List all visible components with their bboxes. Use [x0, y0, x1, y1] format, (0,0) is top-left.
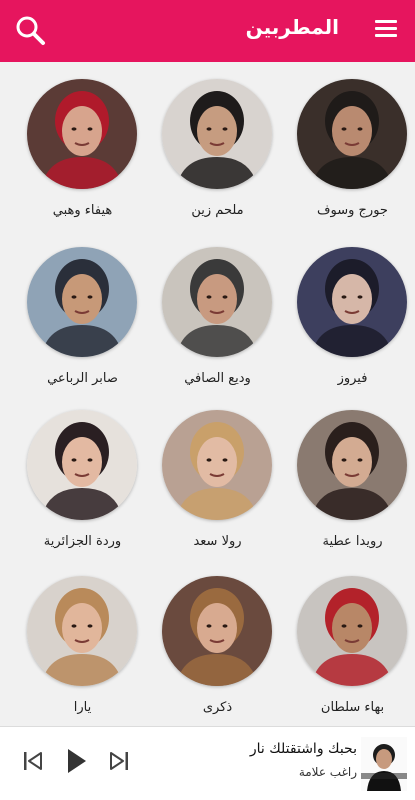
artist-avatar: [27, 576, 137, 686]
song-artist: راغب علامة: [298, 765, 357, 779]
artist-avatar: [162, 576, 272, 686]
skip-next-icon[interactable]: [108, 750, 130, 772]
artist-name: رويدا عطية: [322, 534, 383, 549]
artist-card[interactable]: ملحم زين: [150, 79, 285, 219]
artist-card[interactable]: بهاء سلطان: [285, 576, 415, 716]
artist-avatar: [162, 79, 272, 189]
artist-card[interactable]: وردة الجزائرية: [15, 410, 150, 550]
artist-name: صابر الرباعي: [47, 371, 118, 386]
artist-card[interactable]: هيفاء وهبي: [15, 79, 150, 219]
artist-card[interactable]: جورج وسوف: [285, 79, 415, 219]
artist-name: وديع الصافي: [184, 371, 251, 386]
artist-avatar: [297, 410, 407, 520]
artist-avatar: [297, 247, 407, 357]
skip-previous-icon[interactable]: [22, 750, 44, 772]
artist-avatar: [27, 410, 137, 520]
mini-player: بحبك واشتقتلك نار راغب علامة: [0, 726, 415, 800]
artist-avatar: [297, 576, 407, 686]
artist-card[interactable]: رويدا عطية: [285, 410, 415, 550]
artist-name: ذكرى: [202, 700, 233, 715]
artist-avatar: [297, 79, 407, 189]
artist-name: ملحم زين: [191, 203, 244, 218]
app-bar: المطربين: [0, 0, 415, 62]
artist-avatar: [27, 247, 137, 357]
artists-grid: جورج وسوف ملحم زين هيفاء وهبي فيروز وديع الص…: [0, 62, 415, 726]
artist-card[interactable]: ذكرى: [150, 576, 285, 716]
artist-avatar: [162, 247, 272, 357]
artist-name: هيفاء وهبي: [52, 203, 113, 218]
artist-thumbnail[interactable]: [361, 737, 407, 791]
artist-avatar: [27, 79, 137, 189]
search-icon[interactable]: [14, 14, 46, 46]
artist-name: وردة الجزائرية: [43, 534, 122, 549]
play-icon[interactable]: [66, 747, 88, 775]
artist-card[interactable]: فيروز: [285, 247, 415, 387]
artist-name: فيروز: [337, 371, 368, 386]
artist-card[interactable]: رولا سعد: [150, 410, 285, 550]
page-title: المطربين: [245, 15, 339, 39]
artist-card[interactable]: وديع الصافي: [150, 247, 285, 387]
artist-card[interactable]: صابر الرباعي: [15, 247, 150, 387]
artist-name: يارا: [73, 700, 92, 715]
artist-avatar: [162, 410, 272, 520]
artist-card[interactable]: يارا: [15, 576, 150, 716]
artist-name: جورج وسوف: [317, 203, 388, 218]
artist-name: رولا سعد: [193, 534, 242, 549]
song-title[interactable]: بحبك واشتقتلك نار: [250, 741, 357, 757]
hamburger-menu-icon[interactable]: [375, 20, 397, 40]
artist-name: بهاء سلطان: [320, 700, 385, 715]
